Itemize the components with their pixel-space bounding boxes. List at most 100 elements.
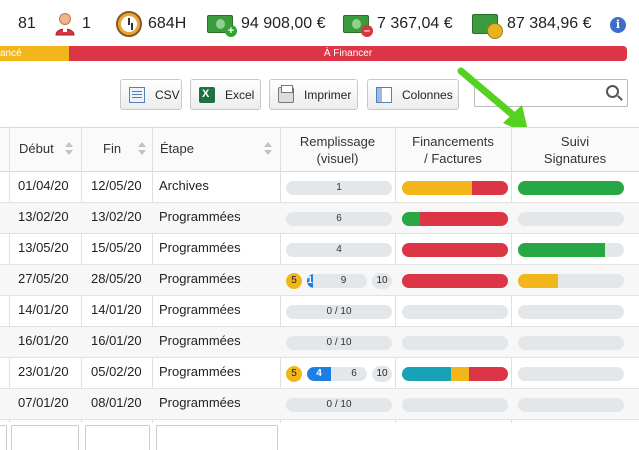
header-suivi: Suivi Signatures: [511, 133, 639, 167]
stat-income-value: 94 908,00 €: [241, 15, 326, 32]
info-icon[interactable]: i: [610, 17, 626, 33]
funding-progress-band: ancé À Financer: [0, 46, 627, 61]
user-icon: [54, 12, 76, 36]
table-row[interactable]: 13/05/20 15/05/20 Programmées 4: [0, 234, 639, 265]
print-label: Imprimer: [304, 87, 352, 102]
table-row[interactable]: 14/01/20 14/01/20 Programmées 0 / 10: [0, 296, 639, 327]
financing-bar-segment: [402, 243, 508, 257]
fill-progress-pill: 0 / 10: [286, 336, 392, 350]
band-to-finance-segment: À Financer: [69, 46, 627, 61]
table-row[interactable]: 23/01/20 05/02/20 Programmées 5 4 6 10: [0, 358, 639, 389]
csv-button[interactable]: CSV: [120, 79, 182, 110]
financing-bar: [402, 398, 508, 412]
financing-bar-segment: [402, 367, 451, 381]
financing-bar-segment: [468, 367, 508, 381]
header-remplissage-line1: Remplissage: [299, 134, 376, 149]
money-plus-icon: +: [207, 15, 237, 37]
clock-icon: [116, 11, 142, 37]
signature-bar: [518, 181, 624, 195]
table-row[interactable]: 13/02/20 13/02/20 Programmées 6: [0, 203, 639, 234]
fill-progress-pill: 0 / 10: [286, 398, 392, 412]
header-financements-line1: Financements: [412, 134, 494, 149]
cell-debut: 13/05/20: [18, 240, 69, 255]
signature-bar: [518, 243, 624, 257]
signature-bar: [518, 274, 624, 288]
fill-progress-pill: 19: [307, 274, 367, 288]
header-debut[interactable]: Début: [19, 141, 54, 156]
fill-progress-label: 6: [351, 368, 357, 379]
signature-bar: [518, 367, 624, 381]
fill-progress-pill: 1: [286, 181, 392, 195]
filter-debut[interactable]: [11, 425, 79, 450]
money-minus-icon: –: [343, 15, 373, 37]
filter-fin[interactable]: [85, 425, 150, 450]
header-remplissage-line2: (visuel): [316, 151, 359, 166]
money-coins-icon: [472, 14, 503, 39]
header-financements: Financements / Factures: [395, 133, 511, 167]
financing-bar: [402, 274, 508, 288]
csv-icon: [129, 86, 145, 103]
stat-hours-value: 684H: [148, 15, 187, 32]
stat-expenses: – 7 367,04 €: [343, 10, 453, 38]
financing-bar-segment: [471, 181, 508, 195]
fill-progress-count: 1: [307, 274, 313, 288]
band-financed-segment: ancé: [0, 46, 69, 61]
fill-progress-count: 4: [307, 367, 331, 381]
search-icon[interactable]: [606, 85, 619, 98]
header-financements-line2: / Factures: [424, 151, 482, 166]
filter-box[interactable]: [0, 425, 7, 450]
excel-button[interactable]: Excel: [190, 79, 261, 110]
fill-progress-pill: 0 / 10: [286, 305, 392, 319]
financing-bar-segment: [450, 367, 469, 381]
signature-bar-segment: [518, 243, 605, 257]
cell-etape: Programmées: [159, 209, 241, 224]
table-row[interactable]: 01/04/20 12/05/20 Archives 1: [0, 172, 639, 203]
columns-label: Colonnes: [402, 87, 453, 102]
sort-etape-icon[interactable]: [264, 142, 272, 156]
excel-label: Excel: [225, 87, 255, 102]
print-button[interactable]: Imprimer: [269, 79, 358, 110]
printer-icon: [278, 84, 294, 103]
product-bag-icon: [0, 13, 12, 35]
financing-bar: [402, 212, 508, 226]
financing-bar: [402, 367, 508, 381]
filter-etape[interactable]: [156, 425, 278, 450]
cell-debut: 07/01/20: [18, 395, 69, 410]
signature-bar: [518, 305, 624, 319]
fill-badge: 5: [286, 366, 302, 382]
stat-total-value: 87 384,96 €: [507, 15, 592, 32]
header-suivi-line2: Signatures: [543, 151, 607, 166]
stat-users-value: 1: [82, 15, 91, 32]
cell-debut: 13/02/20: [18, 209, 69, 224]
cell-debut: 14/01/20: [18, 302, 69, 317]
financing-bar-segment: [402, 212, 421, 226]
fill-progress-pill: 4: [286, 243, 392, 257]
cell-etape: Programmées: [159, 364, 241, 379]
cell-etape: Programmées: [159, 240, 241, 255]
signature-bar: [518, 398, 624, 412]
header-suivi-line1: Suivi: [560, 134, 590, 149]
table-row[interactable]: 07/01/20 08/01/20 Programmées 0 / 10: [0, 389, 639, 420]
columns-button[interactable]: Colonnes: [367, 79, 459, 110]
table-row[interactable]: 16/01/20 16/01/20 Programmées 0 / 10: [0, 327, 639, 358]
stat-users: 1: [54, 10, 91, 38]
sort-debut-icon[interactable]: [65, 142, 73, 156]
sort-fin-icon[interactable]: [138, 142, 146, 156]
header-fin[interactable]: Fin: [103, 141, 121, 156]
cell-etape: Archives: [159, 178, 209, 193]
signature-bar-segment: [518, 181, 624, 195]
header-etape[interactable]: Étape: [160, 141, 194, 156]
header-remplissage: Remplissage (visuel): [280, 133, 395, 167]
cell-fin: 28/05/20: [91, 271, 142, 286]
columns-icon: [376, 86, 392, 103]
stats-bar: 81 1 684H + 94 908,00 € – 7 367,04 € 87 …: [0, 0, 639, 46]
cell-etape: Programmées: [159, 395, 241, 410]
fill-badge: 5: [286, 273, 302, 289]
fill-total-badge: 10: [372, 366, 392, 382]
cell-etape: Programmées: [159, 271, 241, 286]
financing-bar-segment: [402, 274, 508, 288]
financing-bar: [402, 181, 508, 195]
cell-etape: Programmées: [159, 333, 241, 348]
table-row[interactable]: 27/05/20 28/05/20 Programmées 5 1 9 10: [0, 265, 639, 296]
cell-fin: 14/01/20: [91, 302, 142, 317]
